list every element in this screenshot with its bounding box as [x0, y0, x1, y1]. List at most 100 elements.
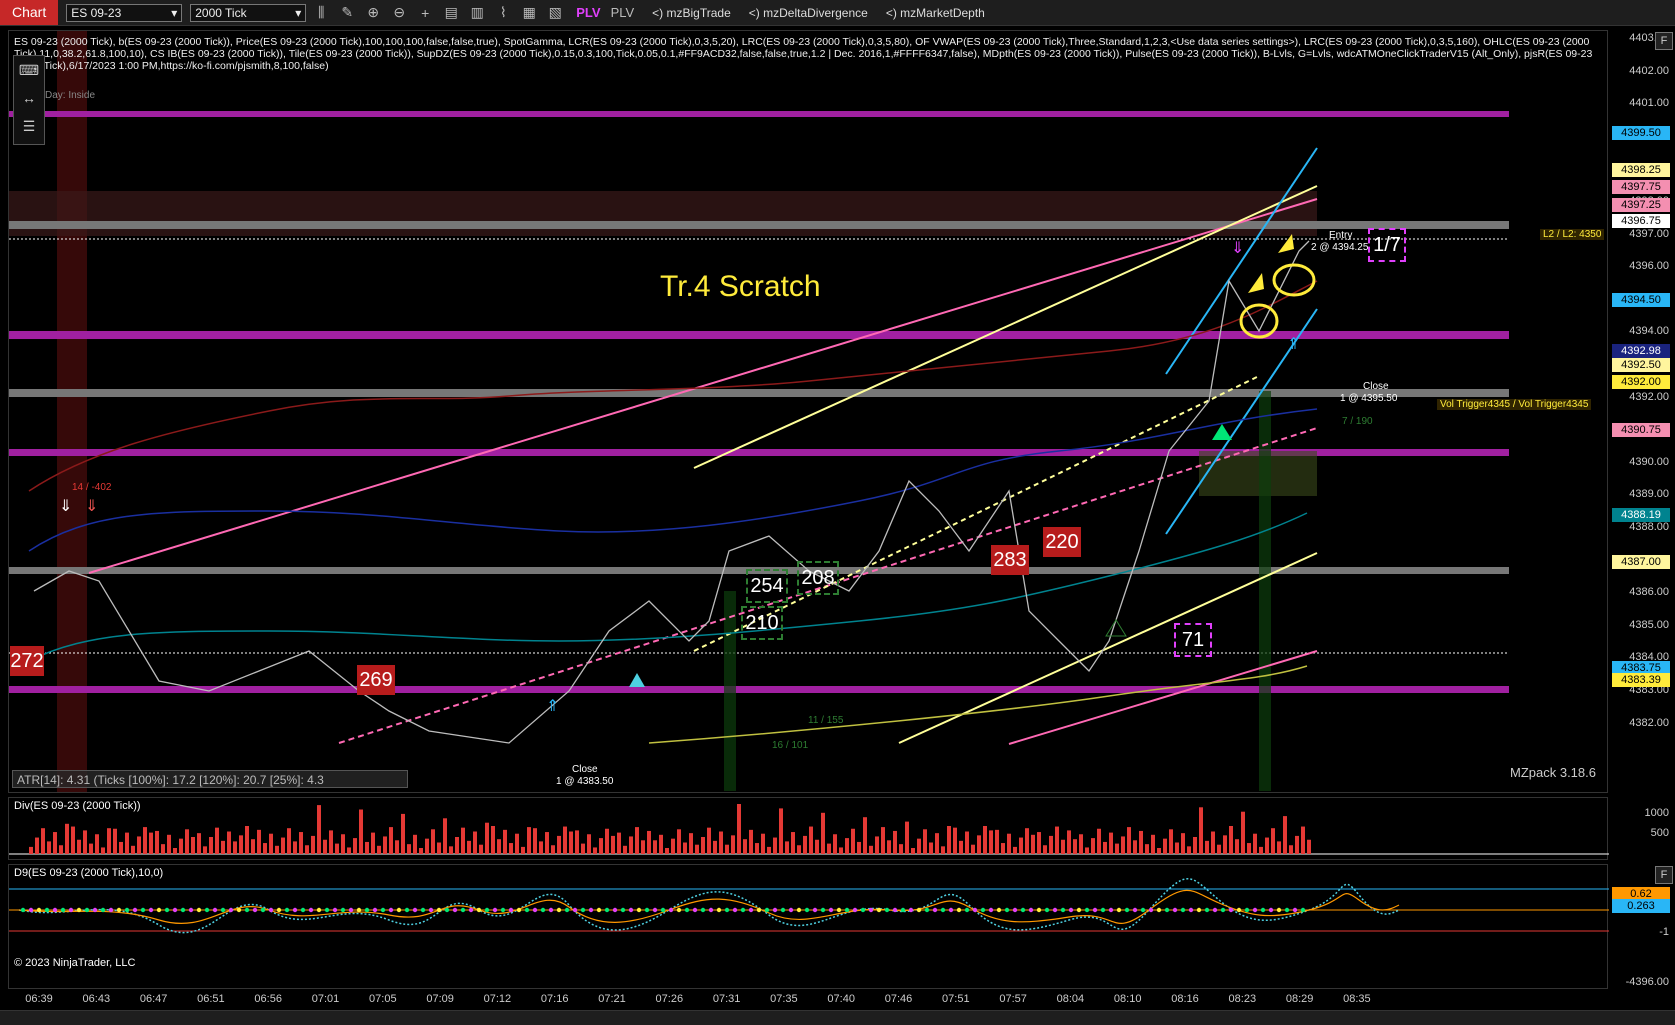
chart-tab[interactable]: Chart: [0, 0, 59, 25]
d9-panel[interactable]: [8, 864, 1609, 989]
menu-icon[interactable]: ☰: [14, 112, 44, 140]
d9-dot: [236, 907, 242, 913]
keyboard-icon[interactable]: ⌨: [14, 56, 44, 84]
plv-button-active[interactable]: PLV: [576, 5, 600, 20]
div-bar: [821, 812, 825, 854]
price-axis[interactable]: 4403.004402.004401.004400.004399.004398.…: [1610, 30, 1675, 990]
d9-dot: [1276, 907, 1282, 913]
price-tag: 4397.75: [1612, 180, 1670, 194]
zoom-in-icon[interactable]: ⊕: [362, 4, 384, 21]
d9-dot: [436, 907, 442, 913]
interval-select[interactable]: 2000 Tick ▾: [190, 3, 307, 22]
div-bar: [815, 839, 819, 854]
div-bar: [251, 839, 255, 854]
d9-dot: [212, 907, 218, 913]
div-bar: [515, 833, 519, 854]
div-bar: [767, 846, 771, 854]
buy-triangle-icon: [1105, 619, 1127, 637]
d9-dot: [1004, 907, 1010, 913]
green-column: [724, 591, 736, 791]
time-tick: 08:35: [1343, 993, 1371, 1005]
indicator-mzmarketdepth[interactable]: <) mzMarketDepth: [886, 6, 985, 20]
time-axis[interactable]: 06:39 06:43 06:47 06:51 06:56 07:01 07:05 07:09…: [0, 990, 1610, 1010]
pencil-icon[interactable]: ✎: [336, 4, 358, 21]
d9-dot: [1164, 907, 1170, 913]
d9-dot: [620, 907, 626, 913]
div-bar: [773, 837, 777, 854]
d9-dot: [252, 907, 258, 913]
div-bar: [137, 836, 141, 854]
div-bar: [293, 841, 297, 854]
horizontal-scrollbar[interactable]: [0, 1010, 1675, 1025]
magenta-level: [9, 686, 1509, 693]
bar-style-icon[interactable]: ⫼: [310, 4, 332, 21]
d9-dot: [548, 907, 554, 913]
d9-dot: [668, 907, 674, 913]
f-button[interactable]: F: [1655, 866, 1673, 884]
d9-dot: [1156, 907, 1162, 913]
d9-dot: [164, 907, 170, 913]
div-bar: [179, 838, 183, 854]
div-axis-tick: 1000: [1644, 807, 1669, 819]
d9-dot: [804, 907, 810, 913]
d9-dot: [1180, 907, 1186, 913]
div-bar: [1067, 830, 1071, 854]
div-bar: [797, 845, 801, 854]
arrow-up-icon: [1278, 234, 1294, 253]
div-panel[interactable]: [8, 797, 1609, 860]
delta-box: 254: [746, 569, 788, 603]
div-bar: [1013, 846, 1017, 854]
div-bar: [611, 835, 615, 854]
strategies-icon[interactable]: ⌇: [492, 4, 514, 21]
div-bar: [833, 834, 837, 854]
properties-icon[interactable]: ▤: [440, 4, 462, 21]
indicator-mzdeltadivergence[interactable]: <) mzDeltaDivergence: [749, 6, 868, 20]
div-bar: [965, 831, 969, 854]
d9-dot: [228, 907, 234, 913]
d9-dot: [284, 907, 290, 913]
d9-dot: [636, 907, 642, 913]
chart-icon[interactable]: ▥: [466, 4, 488, 21]
div-bar: [659, 834, 663, 854]
price-panel[interactable]: ⇓ ⇓ ⇑ ⇑ ⇓: [8, 30, 1608, 793]
indicator-mzbigtrade[interactable]: <) mzBigTrade: [652, 6, 731, 20]
div-bar: [551, 845, 555, 854]
d9-dot: [556, 907, 562, 913]
time-tick: 08:10: [1113, 993, 1142, 1005]
div-bar: [1223, 835, 1227, 854]
trade-annotation: Tr.4 Scratch: [660, 270, 821, 303]
d9-dot: [396, 907, 402, 913]
d9-axis-tick: -4396.00: [1625, 976, 1669, 988]
d9-dot: [812, 907, 818, 913]
data-box-icon[interactable]: ▦: [518, 4, 540, 21]
price-tick: 4389.00: [1629, 488, 1669, 501]
div-bar: [755, 843, 759, 854]
d9-dot: [340, 907, 346, 913]
plv-button[interactable]: PLV: [611, 5, 635, 20]
delta-box: 220: [1043, 527, 1081, 557]
div-bar: [1229, 826, 1233, 854]
d9-dot: [180, 907, 186, 913]
d9-dot: [684, 907, 690, 913]
div-bar: [227, 831, 231, 854]
div-bar: [959, 840, 963, 854]
instrument-select[interactable]: ES 09-23 ▾: [66, 3, 183, 22]
div-bar: [191, 837, 195, 854]
d9-axis-tick: -1: [1659, 926, 1669, 938]
d9-dot: [700, 907, 706, 913]
templates-icon[interactable]: ▧: [544, 4, 566, 21]
d9-dot: [404, 907, 410, 913]
div-bar: [419, 848, 423, 854]
price-tick: 4382.00: [1629, 716, 1669, 729]
div-bar: [107, 828, 111, 854]
div-bar: [1307, 839, 1311, 854]
d9-dot: [140, 907, 146, 913]
crosshair-icon[interactable]: +: [414, 5, 436, 21]
zoom-out-icon[interactable]: ⊖: [388, 4, 410, 21]
resize-icon[interactable]: ↔: [14, 84, 44, 112]
div-bar: [983, 826, 987, 854]
f-button[interactable]: F: [1655, 32, 1673, 50]
div-bar: [947, 826, 951, 854]
d9-dot: [124, 907, 130, 913]
time-tick: 08:16: [1171, 993, 1199, 1005]
